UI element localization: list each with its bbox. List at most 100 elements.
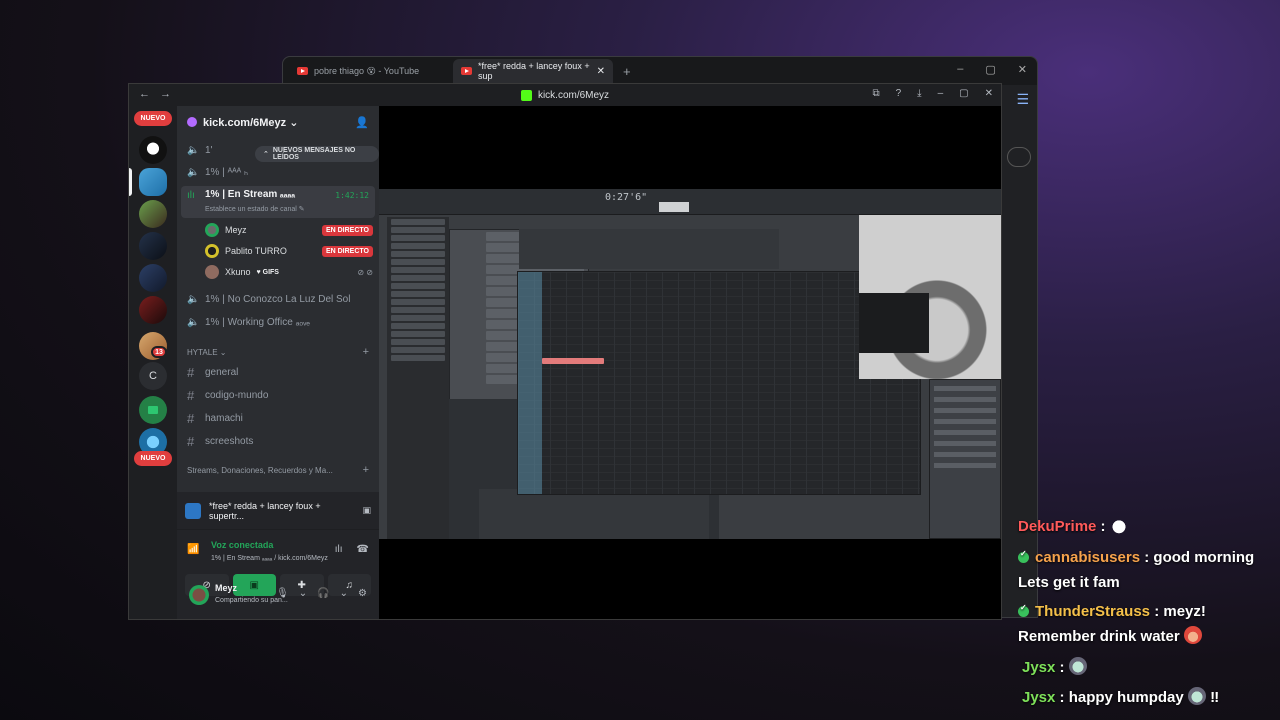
microphone-icon[interactable]: 🎙: [276, 588, 289, 599]
browser-tab-1[interactable]: pobre thiago 😵 - YouTube: [289, 59, 449, 83]
channel-sidebar: kick.com/6Meyz ⌄ 👤 🔈 1' ⌃ NUEVOS MENSAJE…: [177, 106, 379, 619]
help-icon[interactable]: ?: [896, 88, 902, 99]
close-button[interactable]: ✕: [1018, 63, 1027, 76]
chat-separator: :: [1150, 603, 1160, 620]
avatar: [205, 265, 219, 279]
server-icon[interactable]: [139, 232, 167, 260]
add-channel-icon[interactable]: +: [363, 346, 369, 358]
verified-icon: [1018, 603, 1029, 617]
daw-screen-share: 0:27'6": [379, 189, 1001, 539]
verified-icon: [1018, 549, 1029, 563]
channel-status[interactable]: Establece un estado de canal ✎: [205, 205, 305, 213]
close-tab-icon[interactable]: ✕: [597, 66, 605, 77]
voice-channel[interactable]: 🔈 1% | Working Office ₐₒᵥₑ: [185, 312, 373, 332]
tab-label: *free* redda + lancey foux + sup: [478, 61, 590, 81]
disconnect-icon[interactable]: ☎: [357, 544, 369, 555]
speaker-icon: 🔈: [187, 166, 200, 178]
member-activity: ♥ GIFS: [256, 268, 279, 276]
daw-mini-panel: [859, 293, 929, 353]
server-icon[interactable]: [139, 168, 167, 196]
channel-name: 1% | En Stream ₐₐₐₐ: [205, 189, 296, 200]
gear-icon[interactable]: ⚙: [358, 588, 367, 599]
server-icon[interactable]: [139, 200, 167, 228]
new-messages-label: NUEVOS MENSAJES NO LEÍDOS: [272, 147, 356, 161]
profile-toggle[interactable]: [1007, 147, 1031, 167]
server-icon[interactable]: C: [139, 362, 167, 390]
popout-icon[interactable]: ⧉: [872, 88, 879, 99]
chat-text: happy humpday: [1064, 689, 1184, 706]
stream-panel: *free* redda + lancey foux + supertr... …: [177, 492, 379, 619]
text-channel[interactable]: # general: [187, 362, 373, 382]
member-name: Pablito TURRO: [225, 246, 287, 256]
chat-message: Remember drink water: [1018, 626, 1202, 646]
member-name: Xkuno: [225, 267, 251, 277]
new-messages-pill[interactable]: ⌃ NUEVOS MENSAJES NO LEÍDOS: [255, 146, 379, 162]
popout-icon[interactable]: ▣: [362, 505, 371, 516]
daw-plugin-panel: [929, 379, 1001, 539]
chat-separator: :: [1055, 659, 1065, 676]
voice-channel-path[interactable]: 1% | En Stream ₐₐₐₐ / kick.com/6Meyz: [211, 555, 328, 562]
minimize-button[interactable]: –: [938, 88, 944, 99]
nuevo-badge[interactable]: NUEVO: [134, 111, 172, 126]
text-channel[interactable]: # screeshots: [187, 431, 373, 451]
menu-icon[interactable]: ☰: [1016, 91, 1029, 108]
chat-suffix: ‼: [1205, 689, 1220, 706]
chat-separator: :: [1140, 549, 1150, 566]
daw-toolbar: 0:27'6": [379, 189, 1001, 215]
daw-step-sequencer: [519, 229, 779, 269]
alien-emote-icon: [1068, 657, 1087, 676]
close-button[interactable]: ✕: [985, 88, 993, 99]
user-name[interactable]: Meyz: [215, 583, 237, 593]
chat-message: ThunderStrauss : meyz!: [1018, 603, 1206, 620]
active-voice-channel[interactable]: ılı 1% | En Stream ₐₐₐₐ 1:42:12 Establec…: [181, 186, 375, 218]
voice-channel[interactable]: 🔈 1% | ᴬᴬᴬ ₕ: [185, 162, 373, 182]
voice-channel[interactable]: 🔈 1% | No Conozco La Luz Del Sol: [185, 289, 373, 309]
stream-title-row[interactable]: *free* redda + lancey foux + supertr... …: [177, 492, 379, 530]
avatar[interactable]: [189, 585, 209, 605]
voice-status[interactable]: Voz conectada: [211, 540, 273, 550]
back-arrow-icon[interactable]: ←: [139, 88, 150, 100]
server-header[interactable]: kick.com/6Meyz ⌄ 👤: [177, 106, 379, 138]
browser-tab-2[interactable]: *free* redda + lancey foux + sup ✕: [453, 59, 613, 83]
channel-category[interactable]: HYTALE ⌄ +: [187, 346, 369, 358]
nuevo-badge[interactable]: NUEVO: [134, 451, 172, 466]
channel-label: 1': [205, 144, 213, 156]
minimize-button[interactable]: –: [957, 63, 963, 76]
chat-text: Lets get it fam: [1018, 574, 1120, 591]
category-label: Streams, Donaciones, Recuerdos y Ma...: [187, 465, 333, 475]
active-server-pill: [129, 168, 132, 196]
channel-category[interactable]: Streams, Donaciones, Recuerdos y Ma... +: [187, 464, 369, 476]
chevron-down-icon[interactable]: ⌄: [340, 588, 348, 599]
voice-member[interactable]: Xkuno ♥ GIFS ⊘ ⊘: [205, 262, 373, 282]
window-controls: – ▢ ✕: [957, 63, 1027, 76]
stream-preview[interactable]: 0:27'6": [379, 106, 1001, 619]
user-panel: Meyz Compartiendo su pan... 🎙 ⌄ 🎧 ⌄ ⚙: [185, 581, 371, 611]
add-channel-icon[interactable]: +: [363, 464, 369, 476]
hash-icon: #: [187, 433, 195, 449]
server-icon[interactable]: [139, 136, 167, 164]
chevron-down-icon[interactable]: ⌄: [299, 588, 307, 599]
server-icon[interactable]: [139, 396, 167, 424]
channel-label: 1% | ᴬᴬᴬ ₕ: [205, 166, 249, 178]
maximize-button[interactable]: ▢: [985, 63, 995, 76]
hash-icon: #: [187, 410, 195, 426]
chat-username: ThunderStrauss: [1035, 603, 1151, 620]
headphones-icon[interactable]: 🎧: [317, 588, 329, 599]
maximize-button[interactable]: ▢: [959, 88, 968, 99]
noise-suppression-icon[interactable]: ılı: [335, 544, 343, 555]
chat-username: Jysx: [1022, 689, 1056, 706]
voice-member[interactable]: Meyz EN DIRECTO: [205, 220, 373, 240]
daw-browser-panel: [387, 217, 449, 539]
voice-member[interactable]: Pablito TURRO EN DIRECTO: [205, 241, 373, 261]
server-icon[interactable]: [139, 264, 167, 292]
forward-arrow-icon[interactable]: →: [160, 88, 171, 100]
server-icon[interactable]: [139, 296, 167, 324]
speaker-icon: 🔈: [187, 144, 200, 156]
new-tab-icon[interactable]: +: [623, 64, 631, 79]
download-icon[interactable]: ⤓: [917, 88, 921, 99]
text-channel[interactable]: # codigo-mundo: [187, 385, 373, 405]
add-member-icon[interactable]: 👤: [355, 116, 369, 129]
chat-message: DekuPrime :: [1018, 516, 1128, 536]
text-channel[interactable]: # hamachi: [187, 408, 373, 428]
stream-app-icon: [185, 502, 201, 519]
